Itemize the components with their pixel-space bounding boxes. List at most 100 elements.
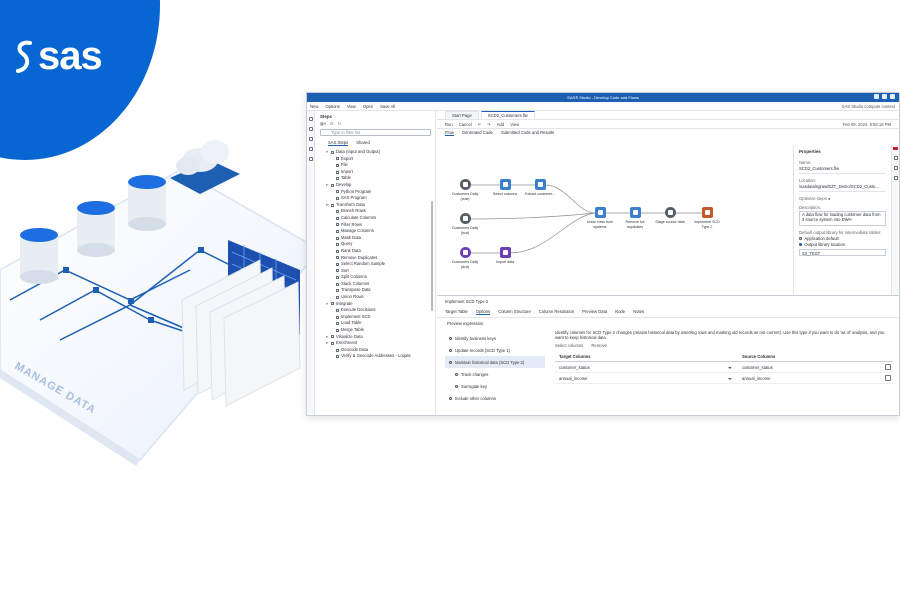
compute-context-label[interactable]: SAS Studio compute context (842, 104, 899, 109)
caret-icon[interactable]: ▾ (326, 182, 329, 189)
undo-icon[interactable]: ↶ (478, 122, 482, 127)
steps-category[interactable]: ▾ Data (Input and Output) (326, 149, 431, 156)
user-avatar[interactable] (890, 94, 895, 99)
tab-submitted-code[interactable]: Submitted Code and Results (501, 130, 554, 135)
option-item[interactable]: Surrogate key (445, 380, 545, 392)
radio-output-library[interactable]: Output library location (799, 242, 886, 247)
menu-open[interactable]: Open (363, 104, 373, 109)
steps-item[interactable]: Union Rows (326, 294, 431, 301)
flow-node[interactable]: Customers Daily (cust) (450, 179, 480, 201)
refresh-icon[interactable]: ↻ (338, 121, 342, 126)
libraries-icon[interactable] (308, 137, 313, 141)
git-icon[interactable] (308, 157, 313, 161)
steps-item[interactable]: Select Random Sample (326, 261, 431, 268)
snippets-icon[interactable] (308, 147, 313, 151)
option-item[interactable]: Track changes (445, 368, 545, 380)
source-column-cell[interactable]: customer_status (740, 365, 885, 370)
steps-item[interactable]: Rank Data (326, 248, 431, 255)
redo-icon[interactable]: ↷ (487, 122, 491, 127)
caret-icon[interactable]: ▾ (326, 202, 329, 209)
steps-item[interactable]: Sort (326, 268, 431, 275)
library-field[interactable]: S2_TEST (799, 249, 886, 256)
option-item[interactable]: Identify business keys (445, 332, 545, 344)
flow-node[interactable]: Extract customer... (525, 179, 555, 197)
description-field[interactable]: A data flow for loading customer data fr… (799, 211, 886, 226)
steps-item[interactable]: Export (326, 156, 431, 163)
tab-target-table[interactable]: Target Table (445, 309, 468, 315)
steps-item[interactable]: Mask Data (326, 235, 431, 242)
steps-item[interactable]: Calculate Columns (326, 215, 431, 222)
flow-node[interactable]: Select columns (490, 179, 520, 197)
option-item[interactable]: Maintain historical data (SCD Type 2) (445, 356, 545, 368)
tab-preview-data[interactable]: Preview Data (582, 309, 607, 315)
steps-item[interactable]: Verify & Geocode Addresses - Loqate (326, 353, 431, 360)
steps-item[interactable]: Merge Table (326, 327, 431, 334)
tab-sas-steps[interactable]: SAS Steps (328, 140, 349, 146)
steps-scrollbar[interactable] (431, 201, 433, 311)
tab-generated-code[interactable]: Generated Code (462, 130, 493, 135)
remove-button[interactable]: Remove (591, 343, 607, 348)
flow-node[interactable]: Customers Daily (bcd) (450, 213, 480, 235)
tab-flow[interactable]: Flow (445, 130, 454, 136)
view-button[interactable]: View (510, 122, 519, 127)
steps-item[interactable]: Query (326, 241, 431, 248)
steps-item[interactable]: Branch Rows (326, 208, 431, 215)
tab-notes[interactable]: Notes (633, 309, 644, 315)
close-icon[interactable] (893, 147, 898, 150)
steps-item[interactable]: Implement SCD (326, 314, 431, 321)
select-columns-button[interactable]: Select columns (555, 343, 583, 348)
menu-new[interactable]: New (310, 104, 318, 109)
list-icon[interactable] (893, 166, 898, 170)
view-icon[interactable]: ▦▾ (320, 121, 326, 126)
name-field[interactable]: SCD2_Customers.flw (799, 166, 886, 174)
steps-category[interactable]: ▾ Enrichment (326, 340, 431, 347)
steps-item[interactable]: File (326, 162, 431, 169)
tab-options[interactable]: Options (475, 309, 491, 315)
steps-item[interactable]: Table (326, 175, 431, 182)
steps-item[interactable]: Filter Rows (326, 222, 431, 229)
flow-canvas[interactable]: Customers Daily (cust) Customers Daily (… (437, 145, 782, 295)
option-item[interactable]: Include other columns (445, 392, 545, 404)
caret-icon[interactable]: ▾ (326, 149, 329, 156)
steps-category[interactable]: ▾ Develop (326, 182, 431, 189)
steps-icon[interactable] (308, 117, 313, 121)
settings-icon[interactable] (893, 176, 898, 180)
steps-item[interactable]: Remove Duplicates (326, 255, 431, 262)
help-icon[interactable] (882, 94, 887, 99)
steps-item[interactable]: Transpose Data (326, 287, 431, 294)
steps-item[interactable]: Stack Columns (326, 281, 431, 288)
steps-item[interactable]: Import (326, 169, 431, 176)
notification-icon[interactable] (874, 94, 879, 99)
tab-scd2-flow[interactable]: SCD2_Customers.flw (480, 111, 535, 119)
caret-icon[interactable]: ▾ (326, 340, 329, 347)
tab-shared[interactable]: Shared (356, 140, 370, 146)
run-button[interactable]: Run (445, 122, 453, 127)
collapse-icon[interactable]: ⊟ (330, 121, 334, 126)
steps-item[interactable]: Load Table (326, 320, 431, 327)
steps-item[interactable]: Python Program (326, 189, 431, 196)
flow-node[interactable]: Stage source data (655, 207, 685, 225)
menu-options[interactable]: Options (325, 104, 339, 109)
preview-expression[interactable]: Preview expression (437, 318, 899, 329)
tab-column-resolution[interactable]: Column Resolution (539, 309, 574, 315)
menu-view[interactable]: View (347, 104, 356, 109)
flow-node[interactable]: Import data (490, 247, 520, 265)
steps-item[interactable]: Manage Columns (326, 228, 431, 235)
steps-item[interactable]: Geocode Data (326, 347, 431, 354)
flow-node[interactable]: Implement SCD Type 2 (692, 207, 722, 229)
tab-column-structure[interactable]: Column Structure (498, 309, 531, 315)
flow-node[interactable]: Remove full duplicates (620, 207, 650, 229)
table-row[interactable]: customer_status ⬌ customer_status (555, 362, 893, 373)
source-column-cell[interactable]: annual_income (740, 376, 885, 381)
steps-item[interactable]: SAS Program (326, 195, 431, 202)
steps-category[interactable]: ▾ Transform Data (326, 202, 431, 209)
steps-item[interactable]: Execute Decisions (326, 307, 431, 314)
caret-icon[interactable]: ▾ (326, 334, 329, 341)
flow-node[interactable]: Union rows from systems (585, 207, 615, 229)
flow-node[interactable]: Customers Daily (dcd) (450, 247, 480, 269)
tab-start-page[interactable]: Start Page (445, 111, 479, 119)
table-row[interactable]: annual_income ⬌ annual_income (555, 373, 893, 384)
steps-category[interactable]: ▾ Integrate (326, 301, 431, 308)
properties-icon[interactable] (893, 156, 898, 160)
column-picker-icon[interactable] (885, 375, 893, 381)
